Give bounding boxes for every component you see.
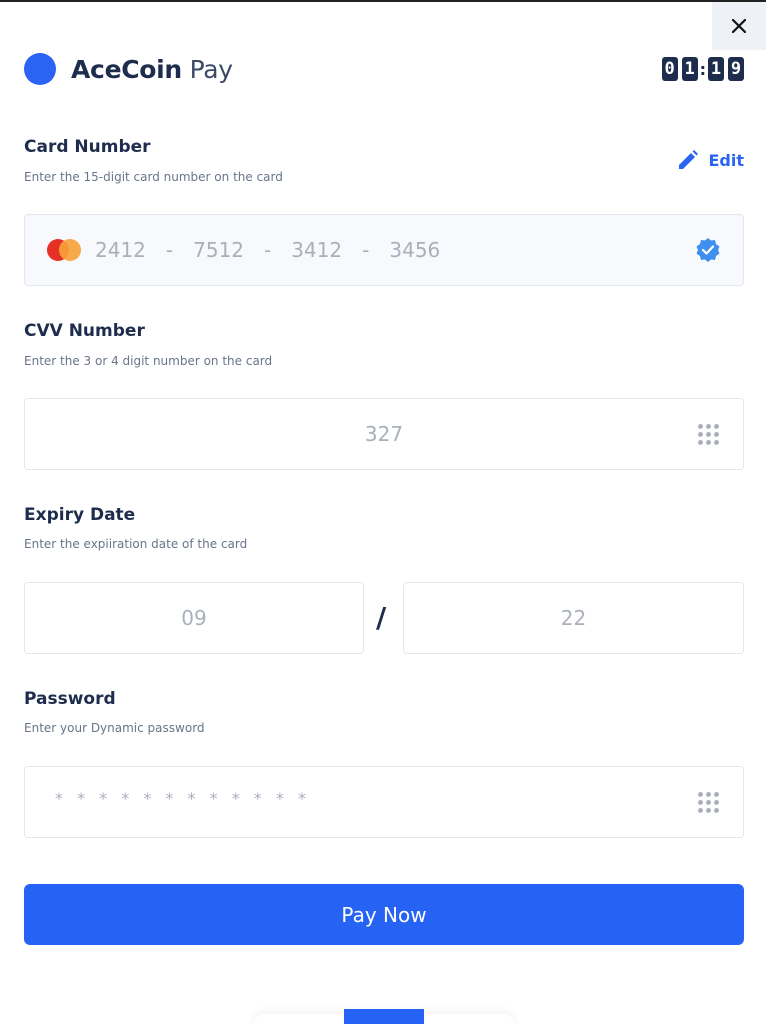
- brand-logo: [24, 53, 56, 85]
- expiry-month-field[interactable]: 09: [24, 582, 364, 654]
- expiry-title: Expiry Date: [24, 505, 136, 525]
- window-top-border: [0, 0, 766, 2]
- card-number-group: 3412: [291, 238, 343, 262]
- header: AceCoin Pay 0 1 : 1 9: [24, 52, 744, 86]
- brand-name-bold: AceCoin: [71, 54, 182, 84]
- card-number-value: 2412 - 7512 - 3412 - 3456: [95, 238, 460, 262]
- card-number-group: 2412: [95, 238, 146, 262]
- close-icon: [732, 19, 746, 33]
- cvv-subtitle: Enter the 3 or 4 digit number on the car…: [24, 354, 273, 368]
- pay-now-button[interactable]: Pay Now: [24, 884, 744, 945]
- timer-digit: 1: [681, 57, 698, 81]
- card-number-separator: -: [264, 238, 272, 262]
- password-placeholder: * * * * * * * * * * * *: [55, 789, 311, 808]
- timer-digit: 9: [728, 57, 744, 81]
- close-button[interactable]: [712, 2, 766, 50]
- timer-digit: 0: [661, 57, 678, 81]
- card-number-separator: -: [165, 238, 174, 262]
- mastercard-icon: [47, 239, 81, 261]
- expiry-month-value: 09: [181, 606, 207, 630]
- password-subtitle: Enter your Dynamic password: [24, 721, 205, 735]
- pencil-icon: [679, 150, 699, 169]
- expiry-separator: /: [376, 601, 387, 634]
- bottom-tab-indicator: [344, 1009, 424, 1024]
- keypad-icon[interactable]: [698, 791, 719, 813]
- edit-label: Edit: [708, 150, 744, 170]
- cvv-field[interactable]: 327: [24, 398, 744, 470]
- expiry-subtitle: Enter the expiiration date of the card: [24, 537, 248, 551]
- verified-badge-icon: [696, 238, 720, 262]
- card-number-group: 3456: [389, 238, 441, 262]
- countdown-timer: 0 1 : 1 9: [658, 57, 744, 81]
- cvv-value: 327: [364, 422, 404, 446]
- card-number-separator: -: [362, 238, 370, 262]
- card-number-subtitle: Enter the 15-digit card number on the ca…: [24, 170, 283, 184]
- keypad-icon[interactable]: [698, 423, 719, 445]
- expiry-year-value: 22: [560, 606, 587, 630]
- brand-name-light: Pay: [189, 54, 233, 84]
- expiry-year-field[interactable]: 22: [403, 582, 744, 654]
- timer-separator: :: [699, 59, 706, 79]
- card-number-group: 7512: [193, 238, 245, 262]
- timer-digit: 1: [708, 57, 724, 81]
- password-field[interactable]: * * * * * * * * * * * *: [24, 766, 744, 838]
- cvv-title: CVV Number: [24, 321, 145, 341]
- card-number-title: Card Number: [24, 137, 151, 157]
- card-number-field[interactable]: 2412 - 7512 - 3412 - 3456: [24, 214, 744, 286]
- edit-card-button[interactable]: Edit: [676, 148, 744, 172]
- password-title: Password: [24, 689, 116, 709]
- brand-name: AceCoin Pay: [71, 55, 233, 84]
